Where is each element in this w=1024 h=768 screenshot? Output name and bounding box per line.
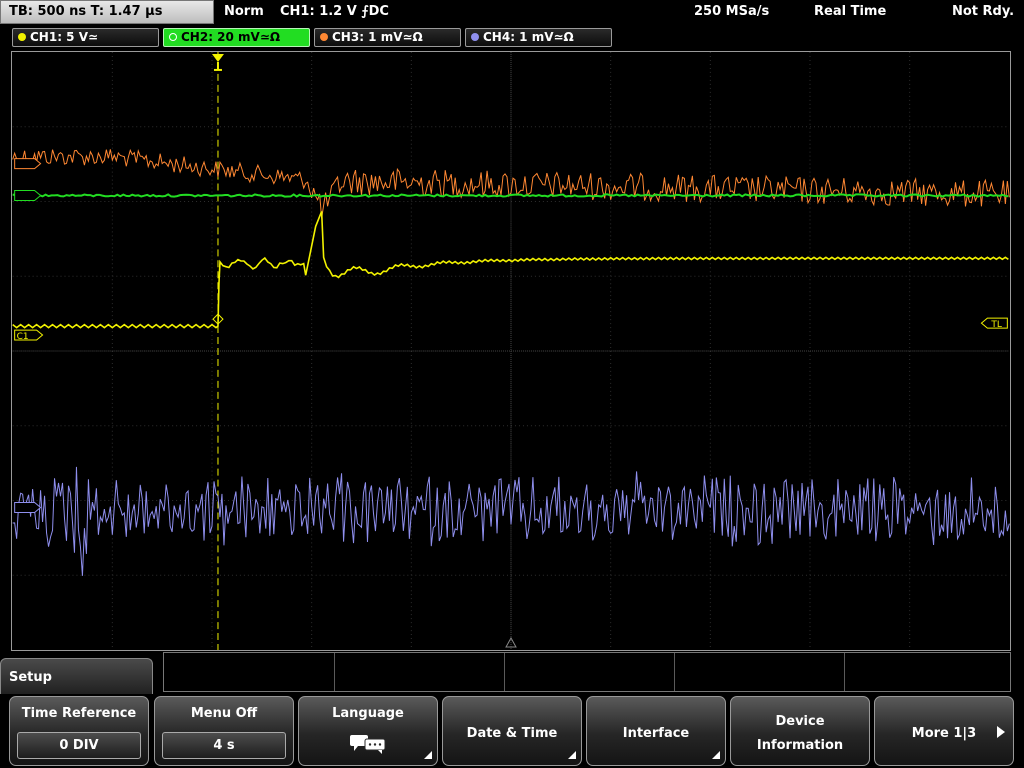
- ch1-waveform: [12, 211, 1009, 329]
- interface-softkey[interactable]: Interface: [586, 696, 726, 766]
- channel-label: CH3: 1 mV≃Ω: [332, 30, 423, 44]
- trigger-level-marker[interactable]: TL: [980, 317, 1008, 330]
- menu-off-softkey[interactable]: Menu Off 4 s: [154, 696, 294, 766]
- trigger-source[interactable]: CH1: 1.2 V ⨍DC: [280, 4, 389, 19]
- softkey-label: Language: [332, 706, 404, 721]
- ch3-color-dot: [320, 33, 328, 41]
- time-reference-softkey[interactable]: Time Reference 0 DIV: [9, 696, 149, 766]
- device-information-softkey[interactable]: Device Information: [730, 696, 870, 766]
- grid: [12, 52, 1010, 650]
- strip-divider: [334, 653, 335, 691]
- trigger-position-icon[interactable]: [212, 53, 224, 71]
- submenu-indicator-icon: [712, 751, 720, 759]
- softkey-label: More 1|3: [911, 726, 977, 741]
- channel-label: CH1: 5 V≃: [30, 30, 99, 44]
- waveform-display[interactable]: C1 TL: [11, 51, 1011, 651]
- softkey-bar: Time Reference 0 DIV Menu Off 4 s Langua…: [0, 694, 1024, 768]
- ch1-color-dot: [18, 33, 26, 41]
- acquisition-state: Not Rdy.: [952, 4, 1015, 19]
- channel-label: CH2: 20 mV≃Ω: [181, 30, 281, 44]
- strip-divider: [674, 653, 675, 691]
- ch3-offset-marker[interactable]: [14, 158, 42, 170]
- time-reference-value[interactable]: 0 DIV: [17, 732, 141, 759]
- strip-divider: [504, 653, 505, 691]
- channel-tab-ch2[interactable]: CH2: 20 mV≃Ω: [163, 28, 310, 47]
- next-page-icon: [997, 726, 1005, 738]
- ch2-color-dot: [169, 33, 177, 41]
- softkey-label: Date & Time: [466, 726, 558, 741]
- softkey-label: Time Reference: [21, 706, 137, 721]
- menu-off-value[interactable]: 4 s: [162, 732, 286, 759]
- softkey-label: Menu Off: [190, 706, 258, 721]
- menu-info-strip: [163, 652, 1011, 692]
- more-softkey[interactable]: More 1|3: [874, 696, 1014, 766]
- speech-bubbles-icon: [350, 735, 386, 754]
- sample-rate: 250 MSa/s: [694, 4, 770, 19]
- status-bar: TB: 500 ns T: 1.47 µs Norm CH1: 1.2 V ⨍D…: [0, 0, 1024, 26]
- trigger-mode[interactable]: Norm: [224, 4, 264, 19]
- channel-tab-ch4[interactable]: CH4: 1 mV≃Ω: [465, 28, 612, 47]
- acquisition-mode[interactable]: Real Time: [814, 4, 886, 19]
- menu-title: Setup: [0, 658, 153, 698]
- softkey-label: Interface: [622, 726, 690, 741]
- ch1-offset-marker[interactable]: C1: [14, 329, 44, 342]
- language-softkey[interactable]: Language: [298, 696, 438, 766]
- ch4-color-dot: [471, 33, 479, 41]
- timebase-text: TB: 500 ns T: 1.47 µs: [9, 4, 163, 19]
- ch2-offset-marker[interactable]: [14, 190, 42, 202]
- channel-tab-ch1[interactable]: CH1: 5 V≃: [12, 28, 159, 47]
- submenu-indicator-icon: [424, 751, 432, 759]
- menu-title-text: Setup: [9, 670, 52, 685]
- channel-tab-ch3[interactable]: CH3: 1 mV≃Ω: [314, 28, 461, 47]
- ch1-marker-label: C1: [17, 332, 29, 342]
- softkey-label-line2: Information: [756, 738, 844, 753]
- softkey-label-line1: Device: [775, 714, 825, 729]
- channel-label: CH4: 1 mV≃Ω: [483, 30, 574, 44]
- strip-divider: [844, 653, 845, 691]
- trigger-level-label: TL: [990, 320, 1001, 330]
- date-time-softkey[interactable]: Date & Time: [442, 696, 582, 766]
- submenu-indicator-icon: [568, 751, 576, 759]
- ch4-offset-marker[interactable]: [14, 501, 42, 513]
- timebase-readout[interactable]: TB: 500 ns T: 1.47 µs: [0, 0, 214, 24]
- ch2-waveform: [12, 193, 1009, 198]
